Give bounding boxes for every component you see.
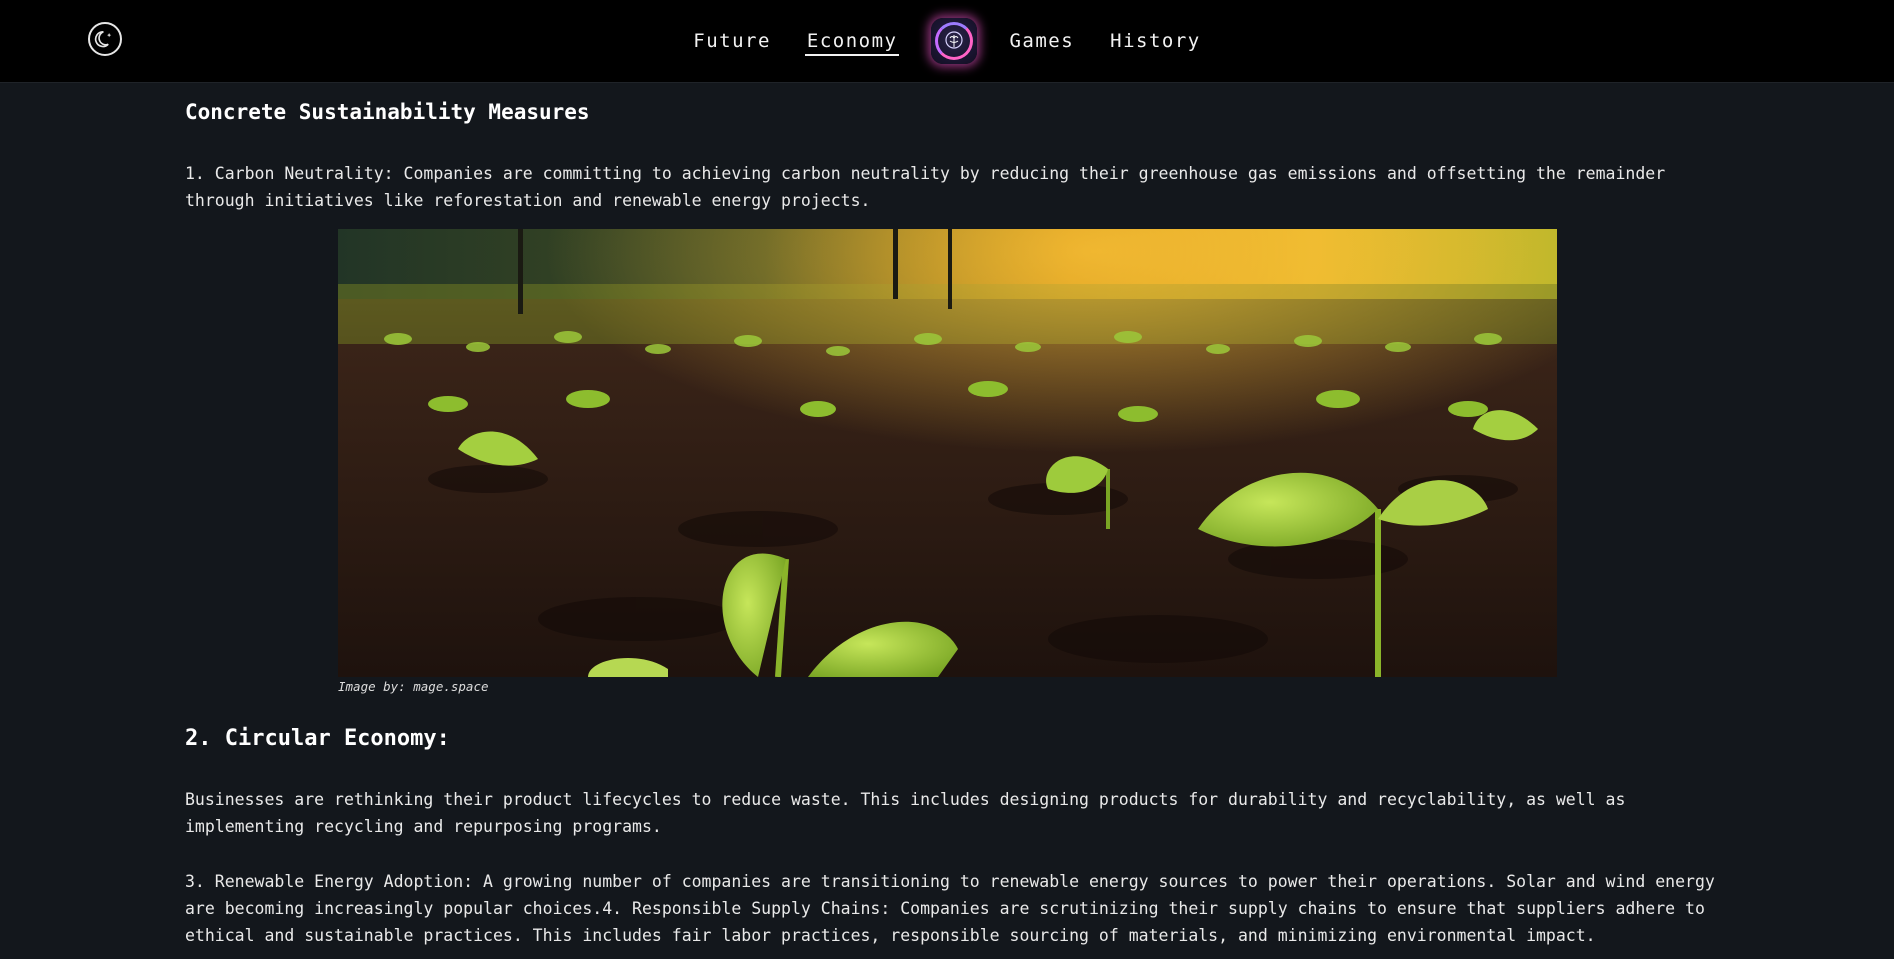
- paragraph-circular-economy: Businesses are rethinking their product …: [185, 790, 1626, 836]
- nav-link-games[interactable]: Games: [1007, 26, 1076, 56]
- site-logo[interactable]: [931, 18, 978, 64]
- main-nav: Future Economy Games History: [0, 0, 1894, 82]
- section-heading-sustainability: Concrete Sustainability Measures: [185, 100, 590, 124]
- top-navigation-bar: Future Economy Games History: [0, 0, 1894, 83]
- nav-link-future[interactable]: Future: [691, 26, 773, 56]
- brain-logo-icon: [945, 31, 964, 49]
- section-heading-circular-economy: 2. Circular Economy:: [185, 726, 450, 751]
- image-caption: Image by: mage.space: [338, 679, 489, 694]
- seedlings-field-photo: [338, 229, 1557, 677]
- nav-link-economy[interactable]: Economy: [804, 26, 900, 56]
- paragraph-carbon-neutrality: 1. Carbon Neutrality: Companies are comm…: [185, 164, 1666, 210]
- paragraph-renewable-energy: 3. Renewable Energy Adoption: A growing …: [185, 872, 1715, 945]
- nav-link-history[interactable]: History: [1108, 26, 1203, 56]
